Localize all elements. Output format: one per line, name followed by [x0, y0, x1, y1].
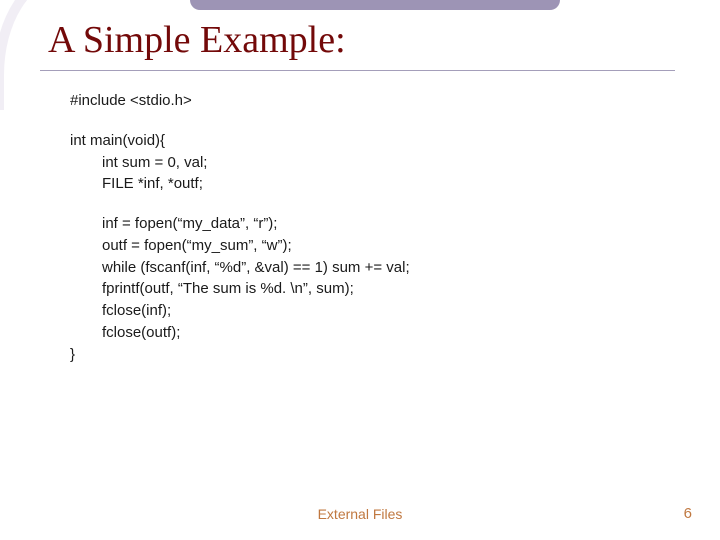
code-line: int sum = 0, val; — [70, 152, 410, 174]
title-underline — [40, 70, 675, 71]
code-line: outf = fopen(“my_sum”, “w”); — [70, 235, 410, 257]
corner-decoration — [0, 0, 34, 110]
code-block: #include <stdio.h> int main(void){ int s… — [70, 90, 410, 365]
code-line: #include <stdio.h> — [70, 90, 410, 112]
top-accent-bar — [190, 0, 560, 10]
slide-title: A Simple Example: — [48, 18, 346, 62]
code-line: fclose(outf); — [70, 322, 410, 344]
code-line: while (fscanf(inf, “%d”, &val) == 1) sum… — [70, 257, 410, 279]
code-line: } — [70, 344, 410, 366]
code-line: fclose(inf); — [70, 300, 410, 322]
page-number: 6 — [684, 505, 692, 522]
code-line: int main(void){ — [70, 130, 410, 152]
footer-title: External Files — [0, 506, 720, 522]
code-line: FILE *inf, *outf; — [70, 173, 410, 195]
code-line: inf = fopen(“my_data”, “r”); — [70, 213, 410, 235]
slide: A Simple Example: #include <stdio.h> int… — [0, 0, 720, 540]
code-line: fprintf(outf, “The sum is %d. \n”, sum); — [70, 278, 410, 300]
